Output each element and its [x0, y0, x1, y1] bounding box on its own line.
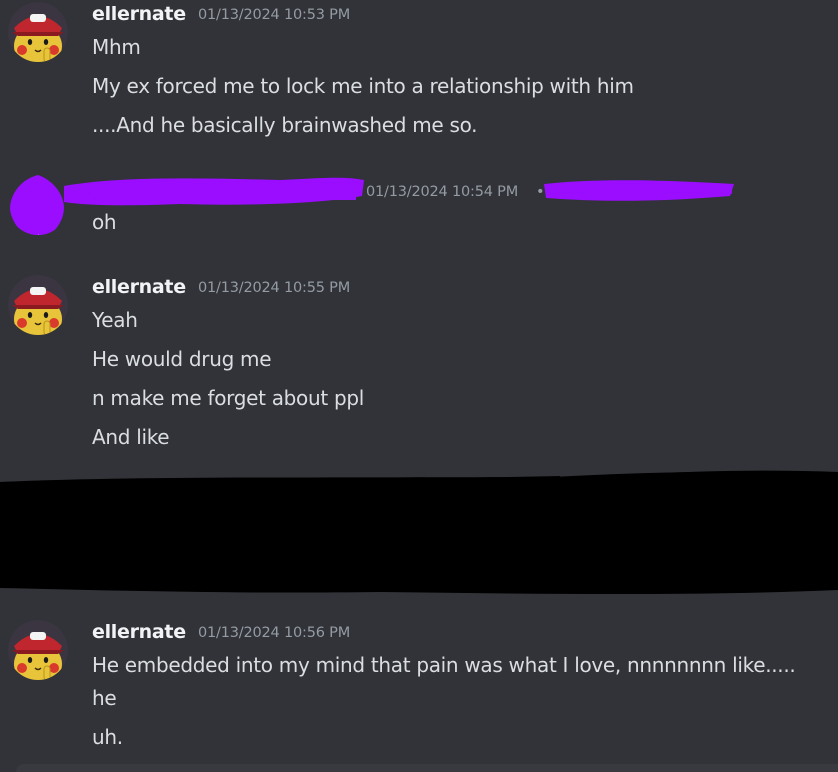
redacted-avatar-icon	[10, 175, 64, 235]
message-timestamp[interactable]: 01/13/2024 10:53 PM	[198, 7, 350, 23]
chat-message-list: ellernate 01/13/2024 10:53 PM Mhm My ex …	[0, 0, 838, 772]
user-avatar[interactable]	[8, 175, 68, 235]
message-line: He embedded into my mind that pain was w…	[92, 653, 796, 677]
message-line: uh.	[92, 725, 123, 749]
message-timestamp[interactable]: 01/13/2024 10:54 PM	[366, 184, 518, 200]
message-author[interactable]: ellernate	[92, 621, 186, 643]
user-avatar[interactable]	[8, 2, 68, 62]
pikachu-avatar-icon	[8, 2, 68, 62]
message-line: n make me forget about ppl	[92, 386, 365, 410]
user-avatar[interactable]	[8, 620, 68, 680]
timestamp-separator: •	[536, 184, 545, 200]
message-line: He would drug me	[92, 347, 272, 371]
message-line: My ex forced me to lock me into a relati…	[92, 74, 634, 98]
message-timestamp[interactable]: 01/13/2024 10:56 PM	[198, 625, 350, 641]
pikachu-avatar-icon	[8, 620, 68, 680]
pikachu-avatar-icon	[8, 275, 68, 335]
message-author[interactable]: ellernate	[92, 276, 186, 298]
message-input-edge[interactable]	[16, 764, 838, 772]
message-line: ....And he basically brainwashed me so.	[92, 113, 478, 137]
message-line: oh	[92, 210, 117, 234]
user-avatar[interactable]	[8, 275, 68, 335]
message-line: Yeah	[92, 308, 138, 332]
message-timestamp[interactable]: 01/13/2024 10:55 PM	[198, 280, 350, 296]
message-author[interactable]: ellernate	[92, 3, 186, 25]
message-line: Mhm	[92, 35, 141, 59]
message-line: And like	[92, 425, 170, 449]
message-line: he	[92, 686, 117, 710]
